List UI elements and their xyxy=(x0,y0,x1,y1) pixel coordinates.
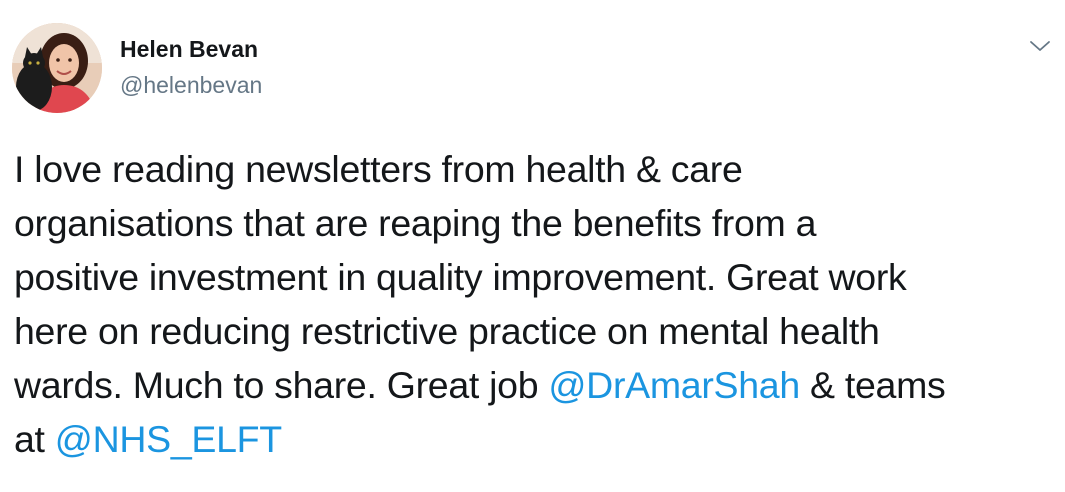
tweet-text-line: at @NHS_ELFT xyxy=(14,412,1054,466)
tweet-text-line: positive investment in quality improveme… xyxy=(14,256,907,298)
author-handle[interactable]: @helenbevan xyxy=(120,72,262,99)
tweet-text-line: here on reducing restrictive practice on… xyxy=(14,310,880,352)
avatar[interactable] xyxy=(12,23,102,113)
tweet-text-line: I love reading newsletters from health &… xyxy=(14,148,743,190)
mention-link-nhs-elft[interactable]: @NHS_ELFT xyxy=(55,418,282,460)
avatar-photo xyxy=(12,23,102,113)
tweet-card: Helen Bevan @helenbevan I love reading n… xyxy=(0,0,1065,492)
tweet-menu-button[interactable] xyxy=(1024,30,1056,62)
tweet-text-segment: at xyxy=(14,418,55,460)
mention-link-dramarshah[interactable]: @DrAmarShah xyxy=(548,364,800,406)
author-name[interactable]: Helen Bevan xyxy=(120,36,258,63)
tweet-text: I love reading newsletters from health &… xyxy=(14,142,1054,466)
tweet-text-segment: & teams xyxy=(799,364,946,406)
tweet-text-line: wards. Much to share. Great job @DrAmarS… xyxy=(14,358,1054,412)
chevron-down-icon xyxy=(1030,41,1050,51)
tweet-text-segment: wards. Much to share. Great job xyxy=(14,364,549,406)
tweet-text-line: organisations that are reaping the benef… xyxy=(14,202,817,244)
